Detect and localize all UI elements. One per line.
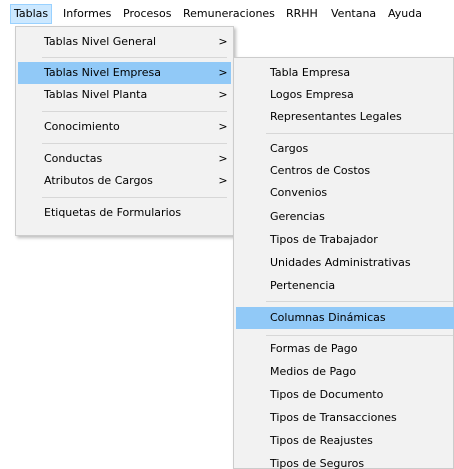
menu-item-label: Tipos de Documento	[270, 388, 384, 401]
menu-item-formas-de-pago[interactable]: Formas de Pago	[236, 338, 454, 360]
menu-item-label: Tipos de Seguros	[270, 457, 365, 469]
menu-item-centros-de-costos[interactable]: Centros de Costos	[236, 160, 454, 182]
menu-item-tabla-empresa[interactable]: Tabla Empresa	[236, 62, 454, 84]
menu-item-label: Gerencias	[270, 210, 325, 223]
menu-item-pertenencia[interactable]: Pertenencia	[236, 275, 454, 297]
menu-ayuda[interactable]: Ayuda	[385, 4, 425, 24]
menu-item-label: Tablas Nivel Planta	[44, 88, 148, 101]
menu-separator	[266, 301, 453, 302]
menu-item-tipos-de-documento[interactable]: Tipos de Documento	[236, 384, 454, 406]
menu-item-convenios[interactable]: Convenios	[236, 182, 454, 204]
menu-item-label: Columnas Dinámicas	[270, 311, 386, 324]
menu-separator	[42, 57, 227, 58]
menu-item-label: Centros de Costos	[270, 164, 371, 177]
menu-separator	[42, 143, 227, 144]
menu-item-tipos-de-trabajador[interactable]: Tipos de Trabajador	[236, 229, 454, 251]
menu-item-label: Etiquetas de Formularios	[44, 206, 182, 219]
menu-item-representantes-legales[interactable]: Representantes Legales	[236, 106, 454, 128]
tablas-nivel-empresa-submenu: Tabla Empresa Logos Empresa Representant…	[233, 57, 454, 469]
menu-item-label: Cargos	[270, 142, 309, 155]
menu-informes[interactable]: Informes	[60, 4, 114, 24]
menu-ventana[interactable]: Ventana	[328, 4, 379, 24]
menu-item-label: Conductas	[44, 152, 103, 165]
menu-item-cargos[interactable]: Cargos	[236, 138, 454, 160]
tablas-dropdown: Tablas Nivel General > Tablas Nivel Empr…	[15, 26, 234, 236]
chevron-right-icon: >	[218, 88, 228, 101]
menu-item-label: Formas de Pago	[270, 342, 358, 355]
menu-item-conductas[interactable]: Conductas >	[18, 148, 231, 170]
chevron-right-icon: >	[218, 66, 228, 79]
menu-item-conocimiento[interactable]: Conocimiento >	[18, 116, 231, 138]
menu-item-medios-de-pago[interactable]: Medios de Pago	[236, 361, 454, 383]
menu-item-unidades-administrativas[interactable]: Unidades Administrativas	[236, 252, 454, 274]
menu-item-label: Tablas Nivel Empresa	[44, 66, 161, 79]
chevron-right-icon: >	[218, 120, 228, 133]
menu-item-label: Logos Empresa	[270, 88, 354, 101]
chevron-right-icon: >	[218, 35, 228, 48]
chevron-right-icon: >	[218, 152, 228, 165]
menu-tablas[interactable]: Tablas	[10, 4, 53, 24]
menu-separator	[42, 111, 227, 112]
menu-rrhh[interactable]: RRHH	[283, 4, 321, 24]
menu-item-label: Unidades Administrativas	[270, 256, 411, 269]
menu-item-logos-empresa[interactable]: Logos Empresa	[236, 84, 454, 106]
chevron-right-icon: >	[218, 174, 228, 187]
menu-item-label: Tipos de Transacciones	[270, 411, 397, 424]
menu-item-columnas-dinamicas[interactable]: Columnas Dinámicas	[236, 307, 454, 329]
menu-item-tablas-nivel-planta[interactable]: Tablas Nivel Planta >	[18, 84, 231, 106]
menu-item-label: Pertenencia	[270, 279, 336, 292]
menu-remuneraciones[interactable]: Remuneraciones	[180, 4, 278, 24]
menu-item-label: Medios de Pago	[270, 365, 357, 378]
menu-item-tipos-de-transacciones[interactable]: Tipos de Transacciones	[236, 407, 454, 429]
menu-item-label: Tabla Empresa	[270, 66, 351, 79]
menu-item-label: Tipos de Reajustes	[270, 434, 373, 447]
menu-item-label: Tablas Nivel General	[44, 35, 157, 48]
menu-item-tipos-de-reajustes[interactable]: Tipos de Reajustes	[236, 430, 454, 452]
menu-separator	[266, 133, 453, 134]
menu-item-label: Tipos de Trabajador	[270, 233, 378, 246]
menu-separator	[42, 197, 227, 198]
menu-item-atributos-de-cargos[interactable]: Atributos de Cargos >	[18, 170, 231, 192]
menu-bar: Tablas Informes Procesos Remuneraciones …	[0, 0, 454, 26]
menu-item-etiquetas-de-formularios[interactable]: Etiquetas de Formularios	[18, 202, 231, 224]
menu-item-label: Conocimiento	[44, 120, 120, 133]
menu-item-label: Convenios	[270, 186, 328, 199]
menu-item-tipos-de-seguros[interactable]: Tipos de Seguros	[236, 453, 454, 469]
menu-item-tablas-nivel-general[interactable]: Tablas Nivel General >	[18, 31, 231, 53]
menu-item-label: Representantes Legales	[270, 110, 402, 123]
menu-separator	[266, 335, 453, 336]
menu-item-label: Atributos de Cargos	[44, 174, 153, 187]
menu-procesos[interactable]: Procesos	[120, 4, 174, 24]
menu-item-tablas-nivel-empresa[interactable]: Tablas Nivel Empresa >	[18, 62, 231, 84]
menu-item-gerencias[interactable]: Gerencias	[236, 206, 454, 228]
